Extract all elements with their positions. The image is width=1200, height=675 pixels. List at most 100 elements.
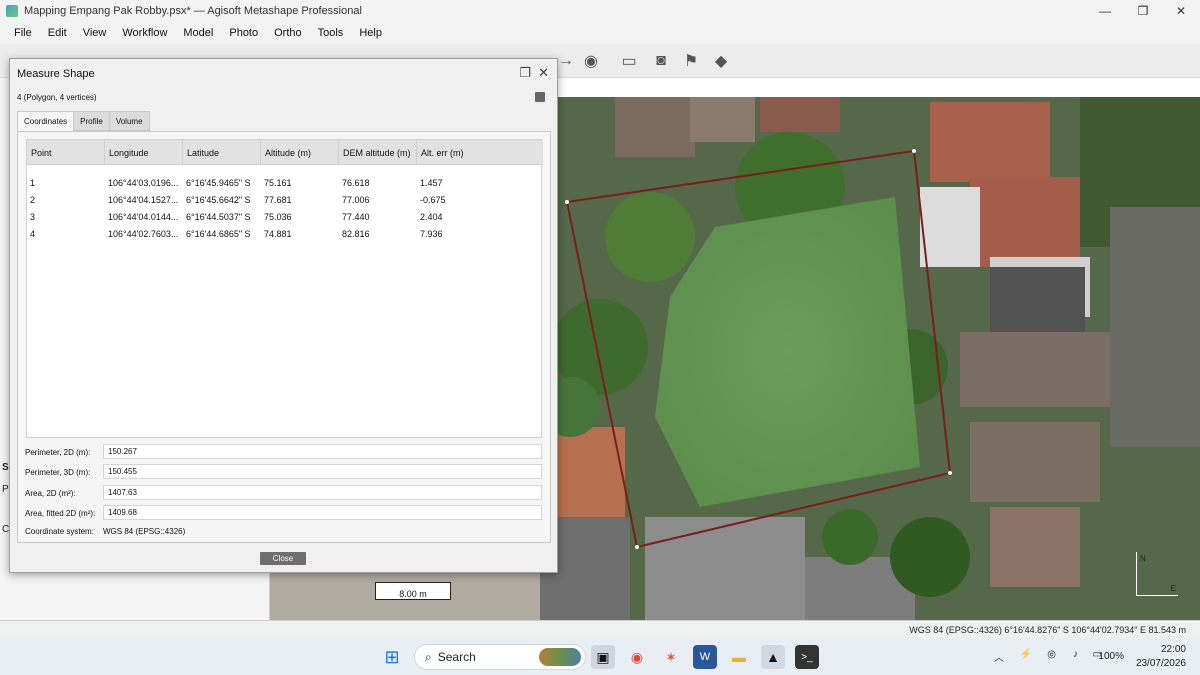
area-fitted-label: Area, fitted 2D (m²): xyxy=(25,509,96,518)
close-button[interactable]: Close xyxy=(260,552,306,565)
column-header[interactable]: Alt. err (m) xyxy=(417,140,543,165)
menu-model[interactable]: Model xyxy=(175,27,221,39)
tab-volume[interactable]: Volume xyxy=(108,111,150,131)
terminal-icon[interactable]: >_ xyxy=(795,645,819,669)
restore-icon[interactable]: ❐ xyxy=(519,65,531,81)
perimeter-3d-value[interactable]: 150.455 xyxy=(103,464,542,479)
search-icon: ⌕ xyxy=(425,649,432,664)
speaker-icon[interactable]: ♪ xyxy=(1073,649,1078,660)
network-icon[interactable]: ⚡ xyxy=(1020,649,1032,660)
cell-latitude: 6°16'45.9465" S xyxy=(186,177,251,188)
tab-profile[interactable]: Profile xyxy=(73,111,110,131)
vertices-table: Point Longitude Latitude Altitude (m) DE… xyxy=(26,139,543,438)
clock[interactable]: 22:00 23/07/2026 xyxy=(1136,643,1186,671)
cell-altitude: 74.881 xyxy=(264,228,292,239)
cell-latitude: 6°16'44.5037" S xyxy=(186,211,251,222)
menu-view[interactable]: View xyxy=(75,27,115,39)
close-icon[interactable]: ✕ xyxy=(538,65,549,81)
perimeter-2d-label: Perimeter, 2D (m): xyxy=(25,448,91,457)
cell-latitude: 6°16'44.6865" S xyxy=(186,228,251,239)
menu-workflow[interactable]: Workflow xyxy=(114,27,175,39)
search-highlight-icon xyxy=(539,648,581,666)
coordinates-panel: Point Longitude Latitude Altitude (m) DE… xyxy=(17,131,551,543)
coordinate-system-value: WGS 84 (EPSG::4326) xyxy=(103,527,186,536)
camera-icon[interactable]: ◙ xyxy=(650,50,672,72)
globe-icon[interactable]: ◎ xyxy=(1047,649,1056,660)
windows-start-icon[interactable]: ⊞ xyxy=(380,645,404,669)
area-fitted-value[interactable]: 1409.68 xyxy=(103,505,542,520)
perimeter-3d-label: Perimeter, 3D (m): xyxy=(25,468,91,477)
column-header[interactable]: Point xyxy=(27,140,105,165)
menu-edit[interactable]: Edit xyxy=(40,27,75,39)
scale-bar: 8.00 m xyxy=(375,582,451,600)
cell-alt-err: -0.675 xyxy=(420,194,446,205)
dialog-tabs: Coordinates Profile Volume xyxy=(17,111,150,132)
cell-longitude: 106°44'04.1527... xyxy=(108,194,179,205)
chrome-icon[interactable]: ◉ xyxy=(625,645,649,669)
table-row[interactable]: 2 106°44'04.1527... 6°16'45.6642" S 77.6… xyxy=(27,191,543,208)
chevron-up-icon[interactable]: ︿ xyxy=(994,649,1004,664)
panel-fragment: S xyxy=(2,462,9,473)
cell-alt-err: 7.936 xyxy=(420,228,443,239)
column-header[interactable]: Longitude xyxy=(105,140,183,165)
cell-dem-altitude: 77.006 xyxy=(342,194,370,205)
minimize-button[interactable]: — xyxy=(1086,0,1124,22)
cell-alt-err: 2.404 xyxy=(420,211,443,222)
menu-file[interactable]: File xyxy=(6,27,40,39)
arrow-icon[interactable]: → xyxy=(555,50,577,72)
task-view-icon[interactable]: ▣ xyxy=(591,645,615,669)
cell-altitude: 75.161 xyxy=(264,177,292,188)
menu-bar: File Edit View Workflow Model Photo Orth… xyxy=(0,22,1200,44)
flag-icon[interactable]: ⚑ xyxy=(680,50,702,72)
file-explorer-icon[interactable]: ▬ xyxy=(727,645,751,669)
cell-dem-altitude: 76.618 xyxy=(342,177,370,188)
table-header: Point Longitude Latitude Altitude (m) DE… xyxy=(27,140,543,165)
shape-icon[interactable]: ◆ xyxy=(710,50,732,72)
cell-dem-altitude: 82.816 xyxy=(342,228,370,239)
cell-point: 2 xyxy=(30,194,36,205)
column-header[interactable]: DEM altitude (m) xyxy=(339,140,417,165)
cell-latitude: 6°16'45.6642" S xyxy=(186,194,251,205)
battery-percent: 100% xyxy=(1098,651,1124,662)
clock-time: 22:00 xyxy=(1160,644,1186,655)
column-header[interactable]: Latitude xyxy=(183,140,261,165)
image-icon[interactable]: ▭ xyxy=(618,50,640,72)
cell-point: 1 xyxy=(30,177,36,188)
perimeter-2d-value[interactable]: 150.267 xyxy=(103,444,542,459)
maximize-button[interactable]: ❐ xyxy=(1124,0,1162,22)
table-row[interactable]: 1 106°44'03.0196... 6°16'45.9465" S 75.1… xyxy=(27,174,543,191)
metashape-taskbar-icon[interactable]: ▲ xyxy=(761,645,785,669)
globe-icon[interactable]: ◉ xyxy=(580,50,602,72)
save-icon[interactable] xyxy=(535,92,545,102)
menu-tools[interactable]: Tools xyxy=(310,27,352,39)
cursor-coordinates: WGS 84 (EPSG::4326) 6°16'44.8276" S 106°… xyxy=(909,625,1186,635)
coordinate-system-label: Coordinate system: xyxy=(25,527,94,536)
cell-alt-err: 1.457 xyxy=(420,177,443,188)
close-window-button[interactable]: ✕ xyxy=(1162,0,1200,22)
menu-photo[interactable]: Photo xyxy=(221,27,266,39)
shape-subtitle: 4 (Polygon, 4 vertices) xyxy=(17,93,97,102)
cell-longitude: 106°44'02.7603... xyxy=(108,228,179,239)
area-2d-label: Area, 2D (m²): xyxy=(25,489,76,498)
column-header[interactable]: Altitude (m) xyxy=(261,140,339,165)
cell-longitude: 106°44'04.0144... xyxy=(108,211,179,222)
dialog-title: Measure Shape xyxy=(17,68,95,80)
window-title: Mapping Empang Pak Robby.psx* — Agisoft … xyxy=(24,5,362,17)
menu-help[interactable]: Help xyxy=(351,27,390,39)
search-label: Search xyxy=(437,650,476,664)
taskbar-search[interactable]: ⌕ Search xyxy=(414,644,586,670)
burst-app-icon[interactable]: ✶ xyxy=(659,645,683,669)
scale-label: 8.00 m xyxy=(399,589,427,599)
area-2d-value[interactable]: 1407.63 xyxy=(103,485,542,500)
compass-north-label: N xyxy=(1140,554,1146,563)
table-row[interactable]: 4 106°44'02.7603... 6°16'44.6865" S 74.8… xyxy=(27,225,543,242)
word-icon[interactable]: W xyxy=(693,645,717,669)
menu-ortho[interactable]: Ortho xyxy=(266,27,310,39)
title-bar: Mapping Empang Pak Robby.psx* — Agisoft … xyxy=(0,0,1200,22)
table-row[interactable]: 3 106°44'04.0144... 6°16'44.5037" S 75.0… xyxy=(27,208,543,225)
cell-point: 4 xyxy=(30,228,36,239)
tab-coordinates[interactable]: Coordinates xyxy=(17,111,75,132)
cell-altitude: 77.681 xyxy=(264,194,292,205)
compass-east-label: E xyxy=(1170,584,1176,593)
taskbar: ⊞ ⌕ Search ▣ ◉ ✶ W ▬ ▲ >_ ︿ ⚡ ◎ ♪ ▭ 100%… xyxy=(0,638,1200,675)
